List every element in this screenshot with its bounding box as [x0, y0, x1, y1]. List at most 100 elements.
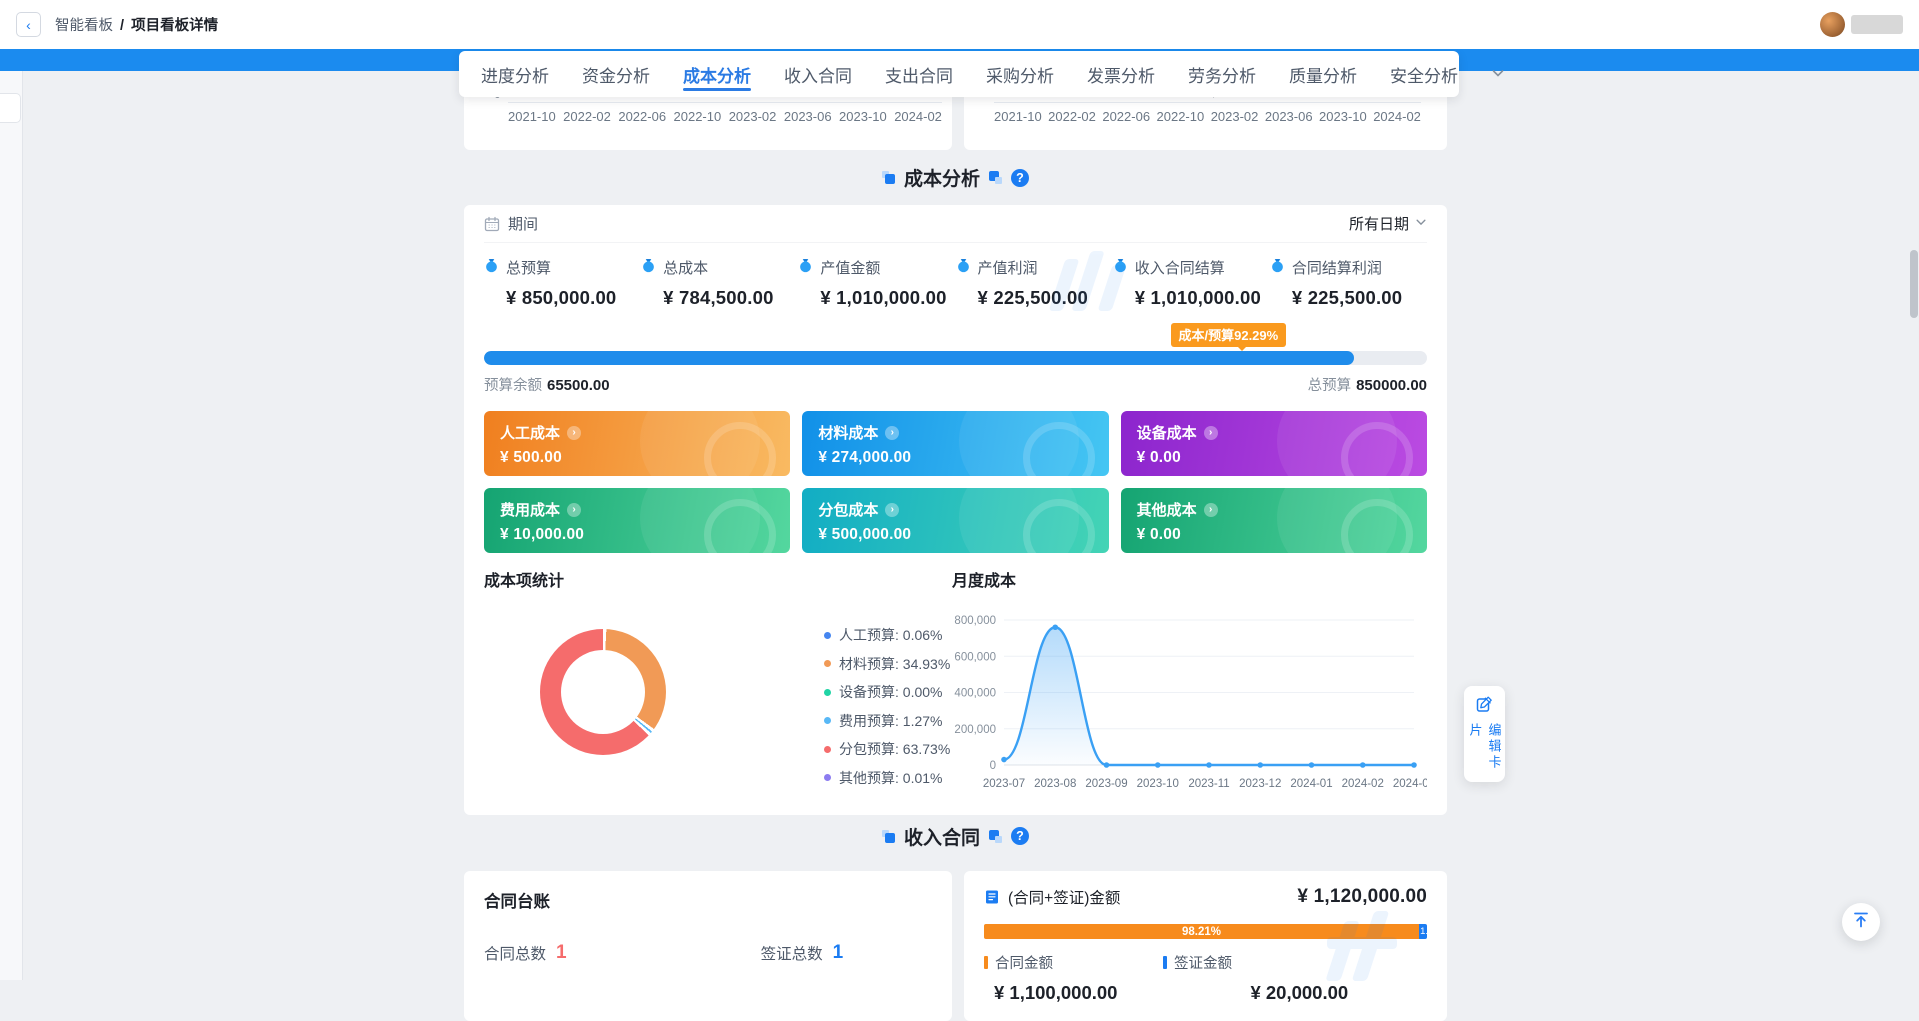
visa-amount-value: ¥ 20,000.00: [1250, 982, 1348, 1004]
scrollbar-thumb[interactable]: [1910, 250, 1918, 318]
back-button[interactable]: ‹: [16, 12, 41, 37]
card-value: ¥ 500,000.00: [818, 526, 1092, 544]
budget-progress: 成本/预算92.29% 预算余额65500.00 总预算850000.00: [484, 323, 1427, 395]
tab-invoice[interactable]: 发票分析: [1087, 51, 1155, 97]
tab-cost[interactable]: 成本分析: [683, 51, 751, 97]
chevron-right-icon: ›: [1204, 426, 1218, 440]
tab-safety[interactable]: 安全分析: [1390, 51, 1458, 97]
user-area[interactable]: [1820, 12, 1903, 37]
tab-progress[interactable]: 进度分析: [481, 51, 549, 97]
legend-dot: [824, 689, 831, 696]
metric-value: ¥ 225,500.00: [1270, 287, 1427, 309]
x-tick: 2024-02: [1373, 109, 1421, 124]
cost-category-cards: 人工成本› ¥ 500.00 材料成本› ¥ 274,000.00 设备成本› …: [484, 411, 1427, 553]
card-value: ¥ 500.00: [500, 449, 774, 467]
amount-label: (合同+签证)金额: [1008, 886, 1120, 908]
svg-text:2023-11: 2023-11: [1188, 778, 1229, 790]
money-bag-icon: [641, 258, 656, 277]
title-decoration: [882, 830, 895, 843]
help-icon[interactable]: ?: [1011, 827, 1029, 845]
x-tick: 2022-02: [563, 109, 611, 124]
tab-funds[interactable]: 资金分析: [582, 51, 650, 97]
x-tick: 2022-06: [618, 109, 666, 124]
date-range-value: 所有日期: [1349, 213, 1409, 234]
chevron-down-icon[interactable]: [1491, 66, 1505, 83]
svg-text:0: 0: [990, 760, 996, 772]
edit-icon: [1476, 696, 1493, 718]
legend-item: 分包预算: 63.73%: [824, 739, 950, 759]
card-subcontract-cost[interactable]: 分包成本› ¥ 500,000.00: [802, 488, 1108, 553]
metric-output-profit: 产值利润 ¥ 225,500.00: [956, 257, 1113, 309]
tab-quality[interactable]: 质量分析: [1289, 51, 1357, 97]
cost-analysis-card: 期间 所有日期 总预算 ¥ 850,000.00 总成本 ¥ 784,500.0…: [464, 205, 1447, 815]
card-material-cost[interactable]: 材料成本› ¥ 274,000.00: [802, 411, 1108, 476]
card-other-cost[interactable]: 其他成本› ¥ 0.00: [1121, 488, 1427, 553]
tab-labor[interactable]: 劳务分析: [1188, 51, 1256, 97]
section-title: 收入合同: [904, 823, 980, 850]
legend-marker: [984, 956, 988, 969]
legend-dot: [824, 746, 831, 753]
cost-metrics-row: 总预算 ¥ 850,000.00 总成本 ¥ 784,500.00 产值金额 ¥…: [484, 257, 1427, 309]
legend-dot: [824, 632, 831, 639]
top-header: ‹ 智能看板 / 项目看板详情: [0, 0, 1919, 49]
watermark-decoration: [1327, 911, 1417, 991]
legend-item: 费用预算: 1.27%: [824, 711, 950, 731]
date-range-select[interactable]: 所有日期: [1349, 213, 1427, 234]
metric-total-cost: 总成本 ¥ 784,500.00: [641, 257, 798, 309]
back-icon: ‹: [26, 17, 31, 33]
edit-card-button[interactable]: 编辑卡片: [1464, 686, 1505, 782]
help-icon[interactable]: ?: [1011, 169, 1029, 187]
metric-value: ¥ 1,010,000.00: [1113, 287, 1270, 309]
x-tick: 2023-06: [784, 109, 832, 124]
contract-ledger-card: 合同台账 合同总数 1 签证总数 1: [464, 871, 952, 1021]
svg-text:2024-02: 2024-02: [1342, 778, 1384, 790]
contract-bar-segment: 98.21%: [984, 924, 1419, 939]
x-tick: 2023-10: [839, 109, 887, 124]
svg-text:2023-12: 2023-12: [1239, 778, 1281, 790]
money-bag-icon: [956, 258, 971, 277]
period-label: 期间: [508, 213, 538, 234]
line-chart-title: 月度成本: [952, 567, 1427, 591]
x-tick: 2022-06: [1102, 109, 1150, 124]
contract-count: 合同总数 1: [484, 942, 567, 964]
legend-item: 其他预算: 0.01%: [824, 768, 950, 788]
back-to-top-button[interactable]: [1842, 903, 1880, 941]
tab-purchase[interactable]: 采购分析: [986, 51, 1054, 97]
metric-label: 总预算: [506, 257, 551, 278]
visa-bar-segment: 1.: [1419, 924, 1427, 939]
svg-text:2024-03: 2024-03: [1393, 778, 1427, 790]
metric-value: ¥ 784,500.00: [641, 287, 798, 309]
cost-donut-chart: [540, 629, 666, 755]
sidebar-handle[interactable]: [0, 93, 21, 123]
document-icon: [984, 889, 1000, 905]
svg-text:2023-09: 2023-09: [1085, 778, 1127, 790]
card-expense-cost[interactable]: 费用成本› ¥ 10,000.00: [484, 488, 790, 553]
metric-label: 总成本: [663, 257, 708, 278]
contract-visa-bar: 98.21% 1.: [984, 924, 1427, 939]
metric-value: ¥ 1,010,000.00: [798, 287, 955, 309]
contract-count-value: 1: [556, 942, 567, 964]
metric-output-amount: 产值金额 ¥ 1,010,000.00: [798, 257, 955, 309]
breadcrumb-root[interactable]: 智能看板: [55, 18, 113, 34]
budget-remaining: 预算余额65500.00: [484, 374, 610, 395]
donut-legend: 人工预算: 0.06% 材料预算: 34.93% 设备预算: 0.00% 费用预…: [824, 625, 950, 796]
contract-amount-legend: 合同金额: [984, 952, 1053, 973]
title-decoration: [989, 830, 1002, 843]
money-bag-icon: [798, 258, 813, 277]
donut-chart-title: 成本项统计: [484, 567, 948, 591]
card-equipment-cost[interactable]: 设备成本› ¥ 0.00: [1121, 411, 1427, 476]
avatar[interactable]: [1820, 12, 1845, 37]
x-tick: 2022-02: [1048, 109, 1096, 124]
monthly-cost-chart: 800,000600,000400,000200,00002023-072023…: [952, 595, 1427, 803]
analysis-tabbar: 进度分析 资金分析 成本分析 收入合同 支出合同 采购分析 发票分析 劳务分析 …: [459, 51, 1459, 97]
card-labor-cost[interactable]: 人工成本› ¥ 500.00: [484, 411, 790, 476]
period-filter-row: 期间 所有日期: [484, 205, 1427, 243]
money-bag-icon: [1270, 258, 1285, 277]
metric-income-settlement: 收入合同结算 ¥ 1,010,000.00: [1113, 257, 1270, 309]
tab-income-contract[interactable]: 收入合同: [784, 51, 852, 97]
tab-expense-contract[interactable]: 支出合同: [885, 51, 953, 97]
legend-dot: [824, 660, 831, 667]
budget-total: 总预算850000.00: [1308, 374, 1427, 395]
svg-text:800,000: 800,000: [954, 615, 996, 627]
x-tick: 2022-10: [674, 109, 722, 124]
